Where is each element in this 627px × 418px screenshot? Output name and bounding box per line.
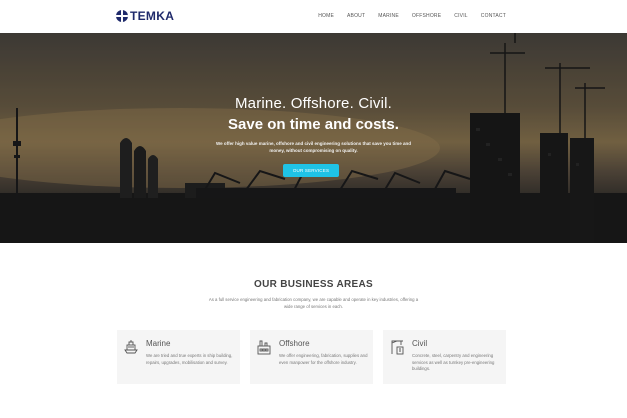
hero-subtitle: Save on time and costs.	[228, 116, 399, 133]
card-text: Concrete, steel, carpentry and engineeri…	[412, 353, 495, 371]
logo-text: TEMKA	[130, 9, 175, 23]
logo-icon	[116, 10, 128, 22]
nav-civil[interactable]: CIVIL	[454, 13, 468, 19]
main-nav: HOME ABOUT MARINE OFFSHORE CIVIL CONTACT	[305, 13, 506, 19]
business-areas-title: OUR BUSINESS AREAS	[254, 279, 373, 290]
card-title: Marine	[146, 339, 171, 348]
card-title: Offshore	[279, 339, 310, 348]
factory-icon	[257, 340, 271, 355]
card-offshore[interactable]: Offshore We offer engineering, fabricati…	[250, 330, 373, 384]
hero-title: Marine. Offshore. Civil.	[234, 95, 393, 112]
hero-banner: Marine. Offshore. Civil. Save on time an…	[0, 33, 627, 243]
nav-contact[interactable]: CONTACT	[481, 13, 506, 19]
our-services-button[interactable]: OUR SERVICES	[283, 164, 339, 177]
nav-about[interactable]: ABOUT	[347, 13, 365, 19]
logo[interactable]: TEMKA	[116, 9, 174, 23]
ship-icon	[124, 340, 138, 354]
nav-home[interactable]: HOME	[318, 13, 334, 19]
card-text: We offer engineering, fabrication, suppl…	[279, 353, 368, 365]
card-text: We are tried and true experts in ship bu…	[146, 353, 233, 365]
nav-marine[interactable]: MARINE	[378, 13, 399, 19]
hero-description: We offer high value marine, offshore and…	[216, 141, 411, 153]
nav-offshore[interactable]: OFFSHORE	[412, 13, 441, 19]
business-areas-description: As a full service engineering and fabric…	[208, 297, 419, 309]
hero-overlay	[0, 33, 627, 243]
card-title: Civil	[412, 339, 428, 348]
card-marine[interactable]: Marine We are tried and true experts in …	[117, 330, 240, 384]
card-civil[interactable]: Civil Concrete, steel, carpentry and eng…	[383, 330, 506, 384]
site-header: TEMKA HOME ABOUT MARINE OFFSHORE CIVIL C…	[0, 0, 627, 33]
crane-building-icon	[391, 340, 404, 355]
